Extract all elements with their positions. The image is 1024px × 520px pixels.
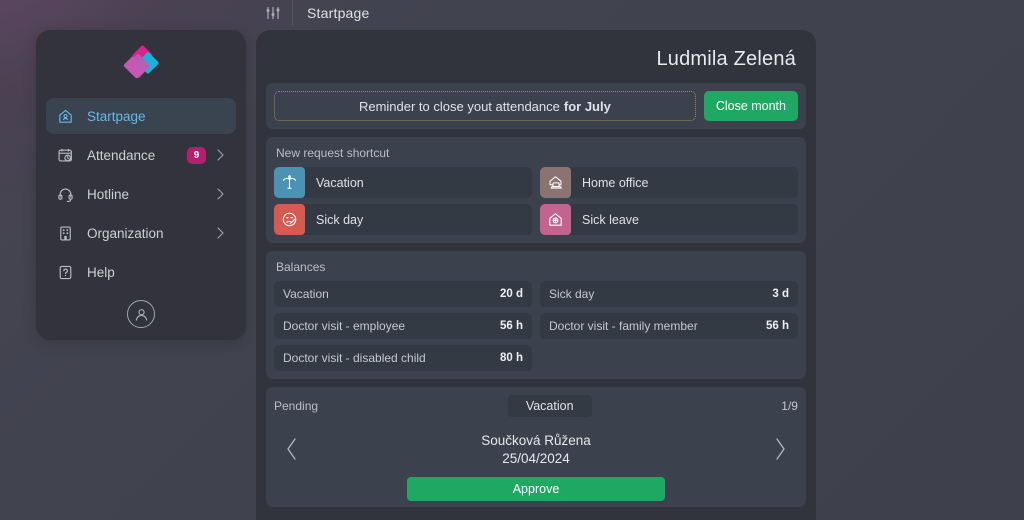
palm-tree-icon (274, 167, 305, 198)
sidebar-item-label: Attendance (87, 147, 156, 163)
shortcut-label: Home office (582, 175, 649, 190)
balance-label: Doctor visit - employee (283, 319, 406, 333)
new-request-shortcut-card: New request shortcut Vacation Home offic… (266, 137, 806, 243)
balances-card: Balances Vacation 20 d Sick day 3 d Doct… (266, 251, 806, 379)
question-box-icon (56, 263, 75, 282)
shortcut-label: Sick day (316, 212, 364, 227)
sidebar-item-label: Help (87, 264, 115, 280)
pending-request-info: Součková Růžena 25/04/2024 (310, 433, 762, 466)
balance-value: 56 h (765, 320, 789, 332)
pending-card: Pending Vacation 1/9 Součková Růžena 25/… (266, 387, 806, 507)
balances-section-title: Balances (276, 260, 326, 274)
sidebar-item-help[interactable]: Help (46, 254, 236, 290)
pending-type-pill[interactable]: Vacation (507, 395, 592, 417)
balance-value: 20 d (499, 288, 523, 300)
balance-label: Doctor visit - disabled child (283, 351, 426, 365)
sidebar-item-label: Startpage (87, 108, 146, 124)
sidebar-nav: Startpage Attendance 9 Hotline Organizat… (36, 98, 246, 290)
logo-container (36, 30, 246, 98)
balance-label: Doctor visit - family member (549, 319, 698, 333)
balance-row: Sick day 3 d (540, 281, 798, 307)
home-laptop-icon (540, 167, 571, 198)
balance-label: Sick day (549, 287, 595, 301)
shortcut-label: Vacation (316, 175, 364, 190)
shortcut-label: Sick leave (582, 212, 639, 227)
sidebar-item-organization[interactable]: Organization (46, 215, 236, 251)
headset-icon (56, 185, 75, 204)
attendance-badge: 9 (187, 146, 206, 164)
balance-value: 3 d (772, 288, 789, 300)
sidebar-item-attendance[interactable]: Attendance 9 (46, 137, 236, 173)
page-title: Ludmila Zelená (656, 48, 796, 70)
sick-face-icon (274, 204, 305, 235)
reminder-card: Reminder to close yout attendance for Ju… (266, 83, 806, 129)
chevron-left-icon[interactable] (274, 437, 310, 461)
pending-date: 25/04/2024 (502, 450, 570, 466)
sliders-icon[interactable] (262, 2, 284, 24)
reminder-emphasis: for July (563, 98, 611, 114)
balance-value: 56 h (499, 320, 523, 332)
balance-row-empty (540, 345, 798, 371)
balance-row: Doctor visit - disabled child 80 h (274, 345, 532, 371)
chevron-right-icon[interactable] (214, 149, 226, 161)
shortcut-sick-day[interactable]: Sick day (274, 204, 532, 235)
home-icon (56, 107, 75, 126)
reminder-text: Reminder to close yout attendance (358, 98, 560, 114)
building-icon (56, 224, 75, 243)
chevron-right-icon[interactable] (762, 437, 798, 461)
sidebar-item-startpage[interactable]: Startpage (46, 98, 236, 134)
app-logo (121, 44, 161, 84)
calendar-clock-icon (56, 146, 75, 165)
sidebar-item-hotline[interactable]: Hotline (46, 176, 236, 212)
pending-person-name: Součková Růžena (481, 432, 591, 448)
app-root: Startpage Startpage Attendance 9 Hotline… (0, 0, 1024, 520)
sidebar-item-label: Hotline (87, 186, 130, 202)
user-avatar-icon[interactable] (127, 300, 155, 328)
approve-button[interactable]: Approve (407, 477, 665, 501)
balance-row: Doctor visit - family member 56 h (540, 313, 798, 339)
balance-label: Vacation (283, 287, 329, 301)
shortcut-section-title: New request shortcut (276, 146, 390, 160)
pending-counter: 1/9 (781, 399, 798, 413)
main-panel: Ludmila Zelená Reminder to close yout at… (256, 30, 816, 520)
balance-row: Vacation 20 d (274, 281, 532, 307)
reminder-banner: Reminder to close yout attendance for Ju… (274, 91, 696, 121)
shortcut-home-office[interactable]: Home office (540, 167, 798, 198)
pending-label: Pending (274, 399, 319, 413)
sidebar: Startpage Attendance 9 Hotline Organizat… (36, 30, 246, 340)
shortcut-sick-leave[interactable]: Sick leave (540, 204, 798, 235)
chevron-right-icon[interactable] (214, 227, 226, 239)
breadcrumb-title: Startpage (307, 5, 370, 21)
balance-row: Doctor visit - employee 56 h (274, 313, 532, 339)
top-bar: Startpage (0, 0, 1024, 26)
topbar-divider (292, 0, 293, 26)
balance-value: 80 h (499, 352, 523, 364)
sidebar-footer (36, 300, 246, 328)
shortcut-vacation[interactable]: Vacation (274, 167, 532, 198)
chevron-right-icon[interactable] (214, 188, 226, 200)
sidebar-item-label: Organization (87, 225, 164, 241)
home-cross-icon (540, 204, 571, 235)
close-month-button[interactable]: Close month (703, 91, 798, 121)
